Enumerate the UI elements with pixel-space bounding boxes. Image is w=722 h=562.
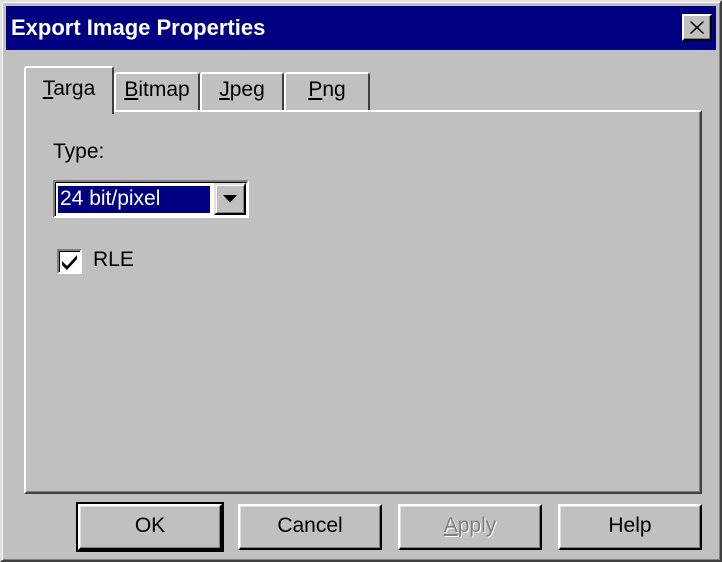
type-dropdown[interactable]: 24 bit/pixel bbox=[53, 180, 249, 218]
help-button[interactable]: Help bbox=[558, 504, 702, 550]
tab-jpeg[interactable]: Jpeg bbox=[200, 72, 284, 112]
tab-targa[interactable]: Targa bbox=[24, 66, 114, 114]
apply-button-label: Apply bbox=[443, 514, 497, 537]
tab-jpeg-label: Jpeg bbox=[219, 78, 265, 101]
rle-checkbox[interactable] bbox=[57, 249, 82, 274]
ok-button-label: OK bbox=[134, 514, 166, 537]
dialog-window: Export Image Properties Targa Bitmap Jpe… bbox=[0, 0, 722, 562]
close-icon bbox=[690, 21, 704, 34]
help-button-label: Help bbox=[608, 514, 652, 537]
tab-panel-targa: Type: 24 bit/pixel RLE bbox=[24, 110, 702, 494]
tab-png-label: Png bbox=[308, 78, 346, 101]
close-button[interactable] bbox=[682, 14, 712, 41]
tab-targa-label: Targa bbox=[42, 77, 96, 100]
apply-button[interactable]: Apply bbox=[398, 504, 542, 550]
cancel-button[interactable]: Cancel bbox=[238, 504, 382, 550]
type-dropdown-value: 24 bit/pixel bbox=[57, 185, 211, 214]
dropdown-arrow-icon bbox=[223, 195, 237, 203]
cancel-button-label: Cancel bbox=[277, 514, 343, 537]
tab-png[interactable]: Png bbox=[284, 72, 370, 112]
tab-bitmap-label: Bitmap bbox=[124, 78, 190, 101]
checkmark-icon bbox=[62, 255, 77, 270]
tab-bitmap[interactable]: Bitmap bbox=[114, 72, 200, 112]
window-title: Export Image Properties bbox=[11, 15, 266, 40]
ok-button[interactable]: OK bbox=[76, 502, 224, 552]
title-bar[interactable]: Export Image Properties bbox=[6, 6, 716, 50]
type-label: Type: bbox=[53, 140, 105, 163]
rle-label: RLE bbox=[93, 248, 134, 271]
dropdown-button[interactable] bbox=[214, 183, 246, 215]
